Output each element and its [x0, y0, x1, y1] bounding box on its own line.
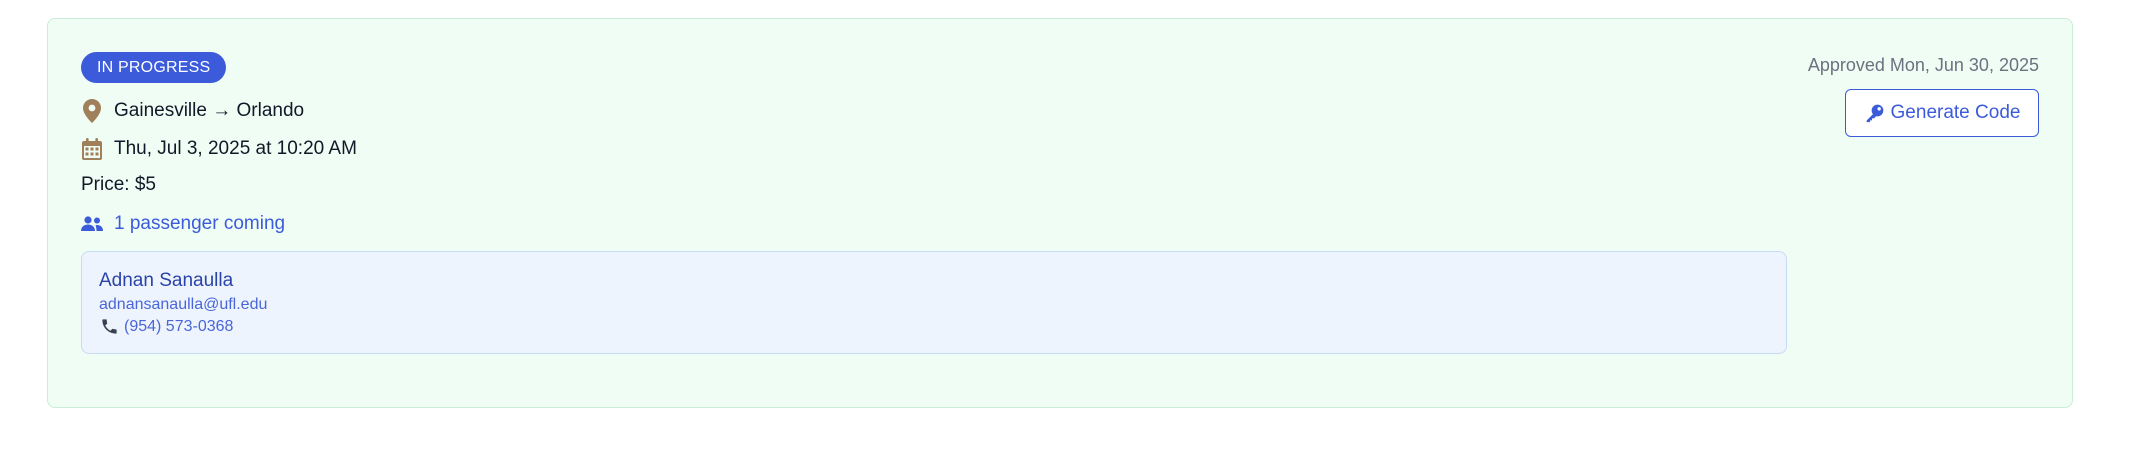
passenger-name: Adnan Sanaulla — [99, 270, 234, 291]
passenger-phone[interactable]: (954) 573-0368 — [124, 318, 233, 336]
key-icon — [1864, 102, 1886, 124]
generate-code-button[interactable]: Generate Code — [1845, 89, 2039, 137]
ride-card: IN PROGRESS Gainesville → Orlando Thu, J… — [47, 18, 2073, 408]
phone-icon — [99, 316, 120, 337]
users-icon — [81, 212, 103, 236]
calendar-icon — [81, 137, 103, 161]
price-row: Price: $5 — [81, 174, 156, 196]
date-row: Thu, Jul 3, 2025 at 10:20 AM — [81, 137, 357, 161]
price-text: Price: $5 — [81, 174, 156, 195]
passenger-phone-row: (954) 573-0368 — [99, 316, 233, 337]
approved-date: Approved Mon, Jun 30, 2025 — [1807, 55, 2039, 75]
date-text: Thu, Jul 3, 2025 at 10:20 AM — [114, 138, 357, 159]
passenger-email[interactable]: adnansanaulla@ufl.edu — [99, 296, 267, 314]
map-pin-icon — [81, 99, 103, 123]
route-row: Gainesville → Orlando — [81, 99, 304, 123]
passenger-card: Adnan Sanaulla adnansanaulla@ufl.edu (95… — [81, 251, 1787, 354]
route-text: Gainesville → Orlando — [114, 100, 305, 121]
status-badge: IN PROGRESS — [81, 52, 227, 83]
passenger-summary-text: 1 passenger coming — [114, 213, 286, 234]
generate-code-label: Generate Code — [1890, 102, 2021, 123]
passenger-summary-row: 1 passenger coming — [81, 212, 285, 236]
